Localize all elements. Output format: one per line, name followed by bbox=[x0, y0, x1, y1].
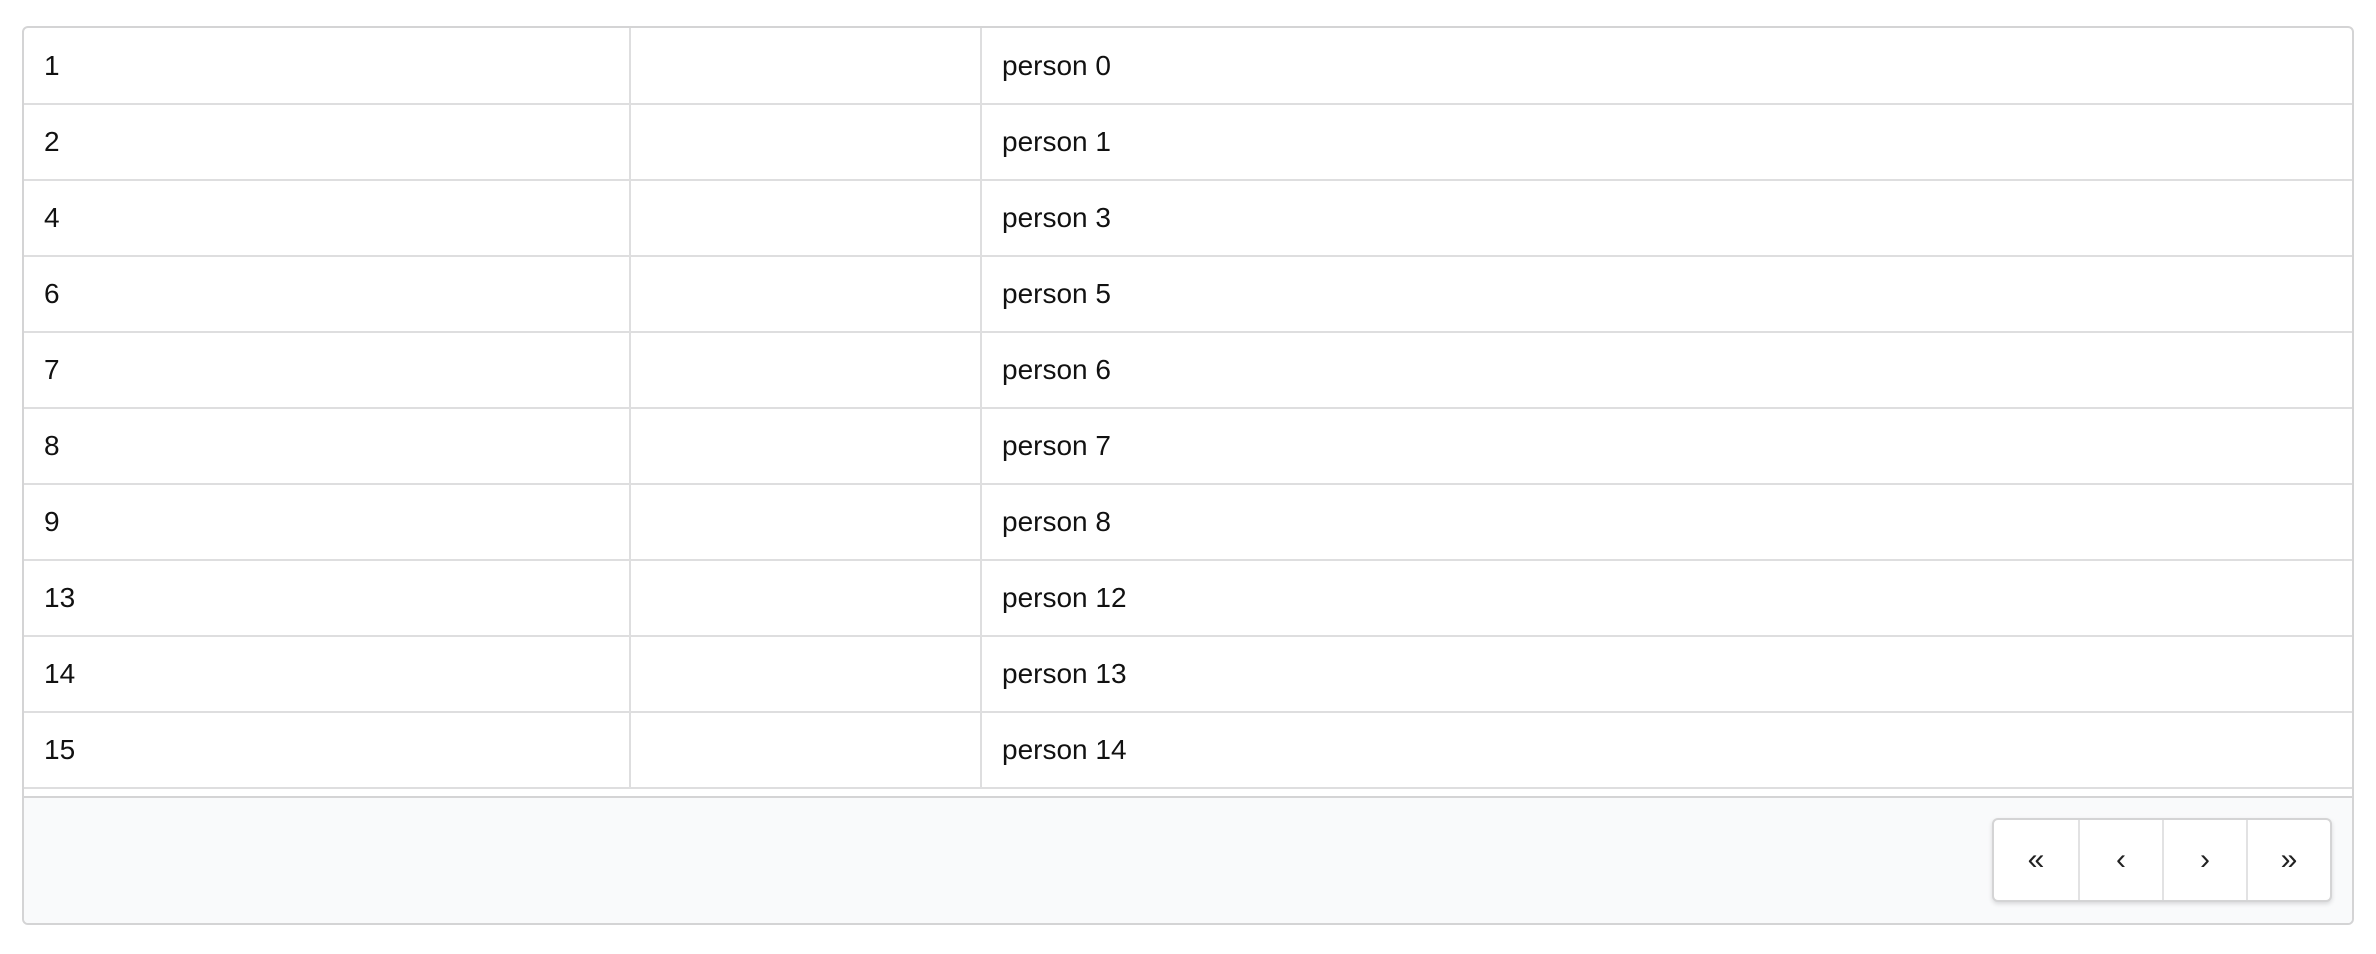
cell-name: person 6 bbox=[980, 332, 2352, 409]
table-row: 8 person 7 bbox=[24, 408, 2352, 485]
cell-middle bbox=[629, 28, 981, 105]
cell-id: 8 bbox=[24, 408, 630, 485]
cell-middle bbox=[629, 332, 981, 409]
cell-name: person 12 bbox=[980, 560, 2352, 637]
prev-page-button[interactable]: ‹ bbox=[2078, 820, 2162, 900]
chevron-left-icon: ‹ bbox=[2116, 843, 2126, 876]
last-page-button[interactable]: » bbox=[2246, 820, 2330, 900]
cell-name: person 7 bbox=[980, 408, 2352, 485]
cell-middle bbox=[629, 560, 981, 637]
table-row: 1 person 0 bbox=[24, 28, 2352, 105]
cell-id: 1 bbox=[24, 28, 630, 105]
cell-name: person 3 bbox=[980, 180, 2352, 257]
double-chevron-right-icon: » bbox=[2280, 843, 2298, 876]
cell-middle bbox=[629, 104, 981, 181]
table-row: 13 person 12 bbox=[24, 560, 2352, 637]
cell-name: person 1 bbox=[980, 104, 2352, 181]
cell-name: person 13 bbox=[980, 636, 2352, 713]
data-table-container: 1 person 0 2 person 1 4 person 3 6 perso… bbox=[22, 26, 2354, 925]
double-chevron-left-icon: « bbox=[2027, 843, 2045, 876]
cell-id: 15 bbox=[24, 712, 630, 789]
cell-name: person 5 bbox=[980, 256, 2352, 333]
cell-name: person 14 bbox=[980, 712, 2352, 789]
cell-middle bbox=[629, 180, 981, 257]
cell-middle bbox=[629, 712, 981, 789]
cell-id: 4 bbox=[24, 180, 630, 257]
cell-middle bbox=[629, 636, 981, 713]
cell-name: person 0 bbox=[980, 28, 2352, 105]
cell-id: 13 bbox=[24, 560, 630, 637]
data-table: 1 person 0 2 person 1 4 person 3 6 perso… bbox=[24, 28, 2352, 789]
table-footer: « ‹ › » bbox=[24, 796, 2352, 923]
cell-id: 9 bbox=[24, 484, 630, 561]
first-page-button[interactable]: « bbox=[1994, 820, 2078, 900]
cell-middle bbox=[629, 408, 981, 485]
table-row: 4 person 3 bbox=[24, 180, 2352, 257]
table-row: 14 person 13 bbox=[24, 636, 2352, 713]
table-body: 1 person 0 2 person 1 4 person 3 6 perso… bbox=[24, 28, 2352, 789]
table-row: 9 person 8 bbox=[24, 484, 2352, 561]
cell-name: person 8 bbox=[980, 484, 2352, 561]
cell-id: 14 bbox=[24, 636, 630, 713]
table-row: 2 person 1 bbox=[24, 104, 2352, 181]
table-row: 7 person 6 bbox=[24, 332, 2352, 409]
table-row: 6 person 5 bbox=[24, 256, 2352, 333]
cell-id: 7 bbox=[24, 332, 630, 409]
next-page-button[interactable]: › bbox=[2162, 820, 2246, 900]
pagination: « ‹ › » bbox=[1992, 818, 2332, 902]
chevron-right-icon: › bbox=[2200, 843, 2210, 876]
cell-middle bbox=[629, 484, 981, 561]
cell-id: 2 bbox=[24, 104, 630, 181]
cell-id: 6 bbox=[24, 256, 630, 333]
cell-middle bbox=[629, 256, 981, 333]
table-row: 15 person 14 bbox=[24, 712, 2352, 789]
